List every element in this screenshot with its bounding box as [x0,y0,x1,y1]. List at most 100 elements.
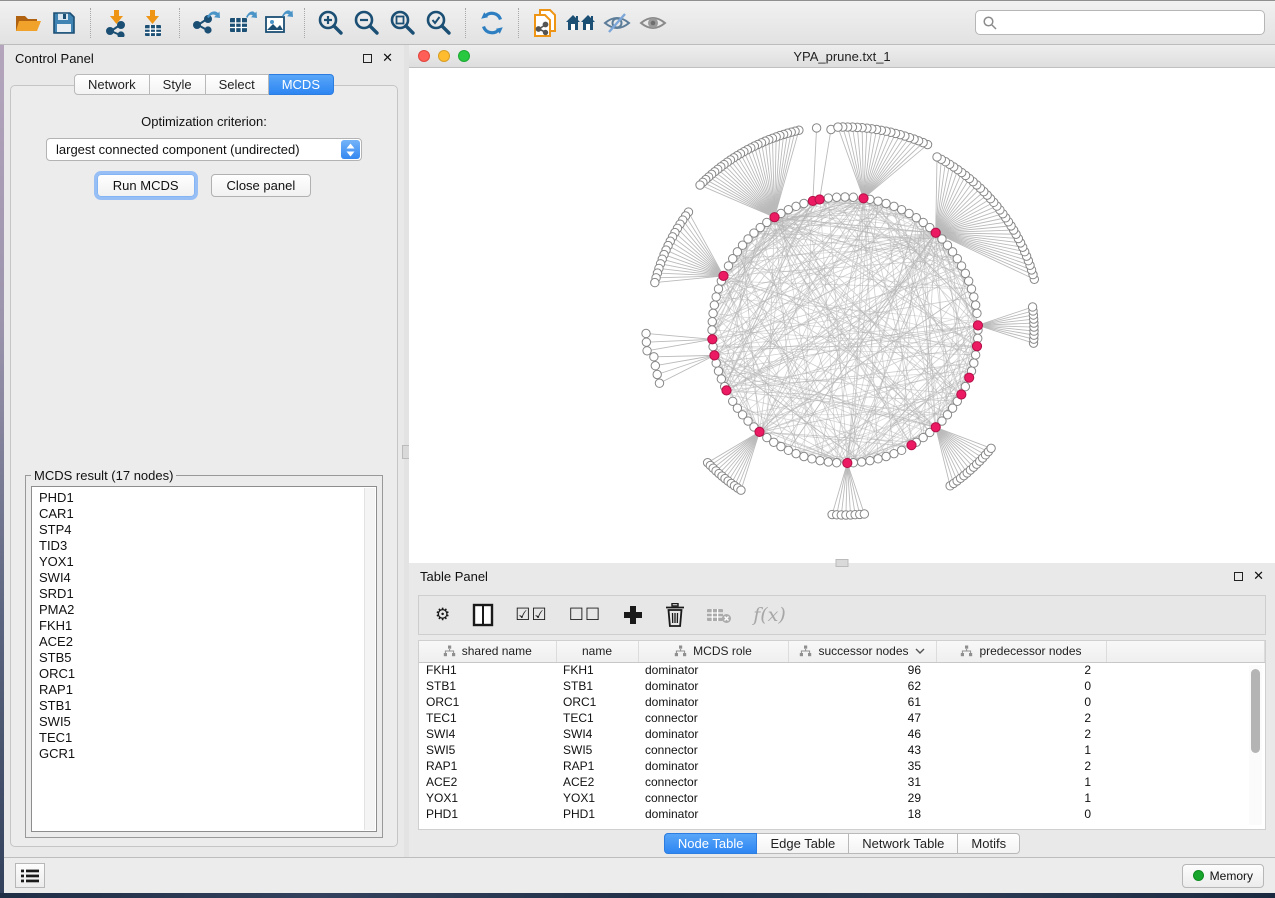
tab-node-table[interactable]: Node Table [664,833,758,854]
import-network-button[interactable] [99,5,135,41]
table-cell-filler [1106,742,1265,758]
refresh-layout-button[interactable] [474,5,510,41]
close-panel-icon[interactable]: ✕ [382,53,393,63]
column-settings-button[interactable]: ⚙ [435,605,451,625]
table-cell: ORC1 [556,694,638,710]
table-cell: ORC1 [419,694,556,710]
show-hide-columns-button[interactable] [472,603,494,627]
mcds-result-item[interactable]: SWI4 [39,570,360,586]
float-table-panel-icon[interactable] [1234,572,1243,581]
tab-motifs[interactable]: Motifs [958,833,1020,854]
zoom-fit-button[interactable] [385,5,421,41]
mcds-result-item[interactable]: RAP1 [39,682,360,698]
mcds-result-item[interactable]: STP4 [39,522,360,538]
tab-mcds[interactable]: MCDS [269,74,334,95]
tab-select[interactable]: Select [206,74,269,95]
search-input[interactable] [1002,15,1257,30]
mcds-result-item[interactable]: TID3 [39,538,360,554]
function-builder-button: f(x) [753,604,786,626]
tab-edge-table[interactable]: Edge Table [757,833,849,854]
mcds-result-item[interactable]: TEC1 [39,730,360,746]
table-row[interactable]: RAP1RAP1dominator352 [419,758,1265,774]
hide-selected-button[interactable] [599,5,635,41]
export-image-button[interactable] [260,5,296,41]
mcds-result-item[interactable]: ACE2 [39,634,360,650]
first-neighbors-button[interactable] [563,5,599,41]
table-cell: 31 [788,774,936,790]
zoom-in-button[interactable] [313,5,349,41]
mcds-list-scrollbar[interactable] [364,488,375,830]
table-row[interactable]: SWI5SWI5connector431 [419,742,1265,758]
toolbar-separator [90,8,91,38]
optimization-criterion-select[interactable]: largest connected component (undirected) [46,138,362,161]
import-table-button[interactable] [135,5,171,41]
column-header-filler [1106,641,1265,662]
zoom-selected-button[interactable] [421,5,457,41]
tab-network[interactable]: Network [74,74,150,95]
table-row[interactable]: STB1STB1dominator620 [419,678,1265,694]
column-header-shared-name[interactable]: shared name [419,641,556,662]
deselect-all-rows-button[interactable]: ☐☐ [569,605,601,625]
mcds-result-item[interactable]: FKH1 [39,618,360,634]
clone-network-button[interactable] [527,5,563,41]
table-row[interactable]: ORC1ORC1dominator610 [419,694,1265,710]
table-row[interactable]: TEC1TEC1connector472 [419,710,1265,726]
table-row[interactable]: PHD1PHD1dominator180 [419,806,1265,822]
mcds-result-item[interactable]: SWI5 [39,714,360,730]
network-view-titlebar: YPA_prune.txt_1 [409,45,1275,68]
export-network-button[interactable] [188,5,224,41]
task-history-button[interactable] [15,863,45,888]
zoom-out-button[interactable] [349,5,385,41]
tab-style[interactable]: Style [150,74,206,95]
mcds-result-list[interactable]: PHD1CAR1STP4TID3YOX1SWI4SRD1PMA2FKH1ACE2… [31,486,377,832]
create-column-button[interactable] [622,604,644,626]
table-row[interactable]: YOX1YOX1connector291 [419,790,1265,806]
network-graph[interactable] [409,68,1275,563]
mcds-result-item[interactable]: YOX1 [39,554,360,570]
memory-status-icon [1193,870,1204,881]
open-file-button[interactable] [10,5,46,41]
zoom-in-icon [317,9,345,37]
table-row[interactable]: SWI4SWI4dominator462 [419,726,1265,742]
run-mcds-button[interactable]: Run MCDS [97,174,195,197]
mcds-result-item[interactable]: STB1 [39,698,360,714]
column-header-predecessor-nodes[interactable]: predecessor nodes [936,641,1106,662]
mcds-result-item[interactable]: STB5 [39,650,360,666]
mcds-result-item[interactable]: SRD1 [39,586,360,602]
table-scrollbar[interactable] [1249,665,1262,825]
toolbar-separator [518,8,519,38]
network-canvas[interactable] [409,68,1275,563]
float-panel-icon[interactable] [363,54,372,63]
mcds-result-item[interactable]: CAR1 [39,506,360,522]
export-table-button[interactable] [224,5,260,41]
select-all-rows-button[interactable]: ☑☑ [515,605,547,625]
table-cell: 0 [936,806,1106,822]
close-table-panel-icon[interactable]: ✕ [1253,571,1264,581]
mcds-result-item[interactable]: PHD1 [39,490,360,506]
horizontal-splitter-handle[interactable] [836,559,849,567]
table-row[interactable]: FKH1FKH1dominator962 [419,662,1265,678]
close-panel-button[interactable]: Close panel [211,174,312,197]
tab-network-table[interactable]: Network Table [849,833,958,854]
table-cell: 18 [788,806,936,822]
search-field[interactable] [975,10,1265,35]
mcds-result-item[interactable]: GCR1 [39,746,360,762]
table-cell: SWI5 [419,742,556,758]
control-panel-title: Control Panel [15,51,94,66]
table-cell-filler [1106,758,1265,774]
column-header-successor-nodes[interactable]: successor nodes [788,641,936,662]
table-cell: ACE2 [419,774,556,790]
delete-columns-button[interactable] [665,603,685,627]
table-cell: RAP1 [419,758,556,774]
column-header-name[interactable]: name [556,641,638,662]
optimization-criterion-value: largest connected component (undirected) [56,142,300,157]
table-scrollbar-thumb[interactable] [1251,669,1260,753]
memory-button[interactable]: Memory [1182,864,1264,888]
show-all-button[interactable] [635,5,671,41]
table-cell: YOX1 [556,790,638,806]
mcds-result-item[interactable]: PMA2 [39,602,360,618]
mcds-result-item[interactable]: ORC1 [39,666,360,682]
save-session-button[interactable] [46,5,82,41]
column-header-mcds-role[interactable]: MCDS role [638,641,788,662]
table-row[interactable]: ACE2ACE2connector311 [419,774,1265,790]
